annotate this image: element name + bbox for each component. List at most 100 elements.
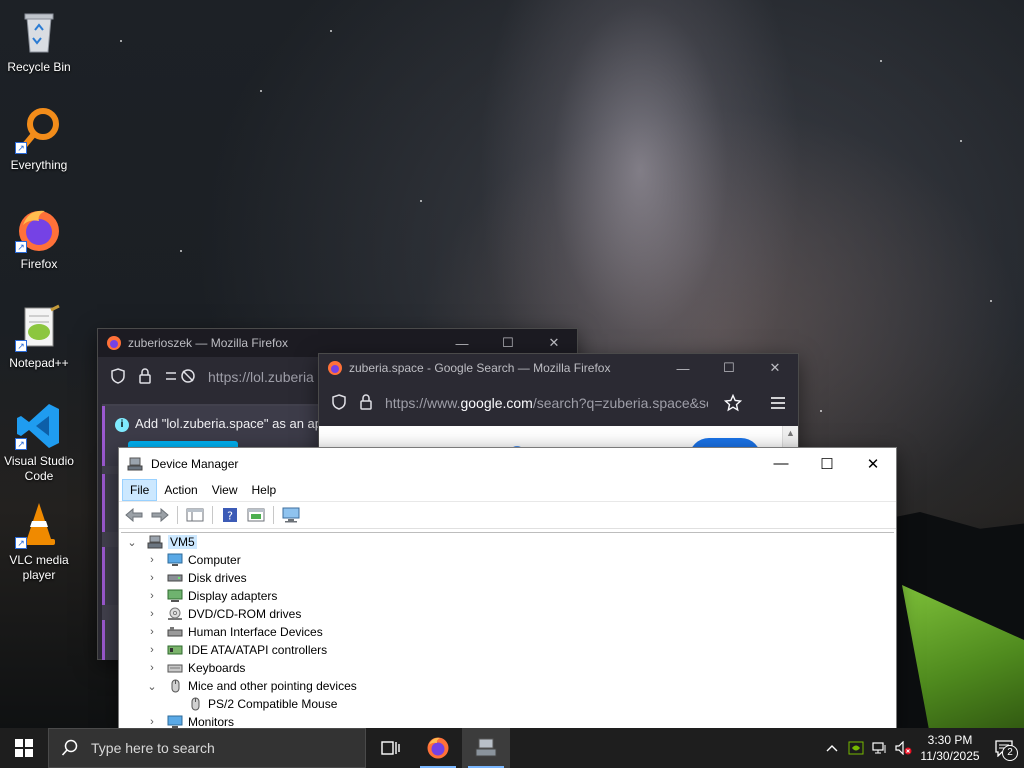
expand-chevron-icon[interactable]: › <box>145 715 159 729</box>
device-manager-window[interactable]: Device Manager — ☐ ✕ File Action View He… <box>118 447 897 732</box>
desktop-icon-label: VLC media player <box>9 553 69 582</box>
close-button[interactable]: ✕ <box>850 448 896 479</box>
action-center-button[interactable]: 2 <box>984 728 1024 768</box>
hamburger-menu-icon[interactable] <box>758 396 798 410</box>
tree-root[interactable]: ⌄ VM5 <box>121 533 894 551</box>
expand-chevron-icon[interactable]: › <box>145 553 159 567</box>
desktop-icon-vlc[interactable]: ↗ VLC media player <box>1 501 77 583</box>
url-text[interactable]: https://lol.zuberia <box>208 369 314 385</box>
lock-icon[interactable] <box>359 393 373 413</box>
menu-action[interactable]: Action <box>157 480 204 500</box>
computer-root-icon <box>147 535 163 549</box>
tree-item-ps2-mouse[interactable]: PS/2 Compatible Mouse <box>121 695 894 713</box>
desktop-icon-firefox[interactable]: ↗ Firefox <box>1 205 77 272</box>
minimize-button[interactable]: — <box>758 448 804 479</box>
back-arrow-icon[interactable] <box>123 504 145 526</box>
forward-arrow-icon[interactable] <box>149 504 171 526</box>
nvidia-icon[interactable] <box>844 728 868 768</box>
collapse-chevron-icon[interactable]: ⌄ <box>125 535 139 549</box>
desktop-icon-label: Visual Studio Code <box>4 454 74 483</box>
taskbar-clock[interactable]: 3:30 PM 11/30/2025 <box>916 732 984 764</box>
vscode-icon: ↗ <box>15 402 63 450</box>
firefox-icon <box>107 336 121 350</box>
expand-chevron-icon[interactable]: › <box>145 589 159 603</box>
network-icon[interactable] <box>868 728 892 768</box>
tree-item-label: Computer <box>188 553 241 567</box>
expand-chevron-icon[interactable]: › <box>145 625 159 639</box>
info-icon: i <box>115 417 129 432</box>
computer-icon <box>167 553 183 566</box>
scan-hardware-changes-icon[interactable] <box>280 504 302 526</box>
notepad-plus-plus-icon: ↗ <box>15 304 63 352</box>
desktop-icon-recycle-bin[interactable]: Recycle Bin <box>1 8 77 75</box>
shield-icon[interactable] <box>331 393 347 413</box>
tree-item-disk-drives[interactable]: › Disk drives <box>121 569 894 587</box>
scroll-up-icon[interactable]: ▲ <box>783 426 798 440</box>
tree-item-label: Display adapters <box>188 589 278 603</box>
taskbar-firefox[interactable] <box>414 728 462 768</box>
bookmark-star-icon[interactable] <box>720 394 746 412</box>
menu-help[interactable]: Help <box>245 480 284 500</box>
toolbar-separator <box>212 506 213 524</box>
desktop-icon-label: Everything <box>10 158 68 172</box>
tree-item-label: Mice and other pointing devices <box>188 679 357 693</box>
show-hide-console-tree-icon[interactable] <box>184 504 206 526</box>
hid-icon <box>167 627 183 637</box>
system-tray: 3:30 PM 11/30/2025 2 <box>820 728 1024 768</box>
tree-item-label: IDE ATA/ATAPI controllers <box>188 643 328 657</box>
volume-muted-icon[interactable] <box>892 728 916 768</box>
taskbar-device-manager[interactable] <box>462 728 510 768</box>
url-path: /search?q=zuberia.space&sei= <box>532 395 708 411</box>
close-button[interactable]: ✕ <box>752 354 798 382</box>
tree-item-ide-ata[interactable]: › IDE ATA/ATAPI controllers <box>121 641 894 659</box>
shield-icon[interactable] <box>110 367 126 387</box>
taskbar: Type here to search 3:30 PM 11/30/2025 2 <box>0 728 1024 768</box>
tree-item-label: Disk drives <box>188 571 247 585</box>
recycle-bin-icon <box>15 8 63 56</box>
minimize-button[interactable]: — <box>660 354 706 382</box>
collapse-chevron-icon[interactable]: ⌄ <box>145 679 159 693</box>
maximize-button[interactable]: ☐ <box>706 354 752 382</box>
task-view-button[interactable] <box>366 728 414 768</box>
lock-icon[interactable] <box>138 367 152 387</box>
tree-item-mice[interactable]: ⌄ Mice and other pointing devices <box>121 677 894 695</box>
tree-item-label: Monitors <box>188 715 235 729</box>
device-tree[interactable]: ⌄ VM5 › Computer › Disk drives › Display… <box>121 532 894 731</box>
desktop-icon-notepad-plus-plus[interactable]: ↗ Notepad++ <box>1 304 77 371</box>
notification-count-badge: 2 <box>1002 745 1018 761</box>
desktop-icon-everything[interactable]: ↗ Everything <box>1 106 77 173</box>
tree-item-dvd-cdrom[interactable]: › DVD/CD-ROM drives <box>121 605 894 623</box>
expand-chevron-icon[interactable]: › <box>145 643 159 657</box>
start-button[interactable] <box>0 728 48 768</box>
window-titlebar[interactable]: zuberia.space - Google Search — Mozilla … <box>319 354 798 382</box>
expand-chevron-icon[interactable]: › <box>145 661 159 675</box>
window-title: Device Manager <box>151 456 239 471</box>
permissions-icon[interactable] <box>164 368 196 387</box>
expand-chevron-icon[interactable]: › <box>145 607 159 621</box>
url-text[interactable]: https://www.google.com/search?q=zuberia.… <box>385 395 708 411</box>
tree-item-display-adapters[interactable]: › Display adapters <box>121 587 894 605</box>
menu-file[interactable]: File <box>122 479 158 501</box>
url-bar[interactable]: https://www.google.com/search?q=zuberia.… <box>319 382 798 424</box>
help-icon[interactable]: ? <box>219 504 241 526</box>
firefox-icon: ↗ <box>15 205 63 253</box>
chevron-up-icon[interactable] <box>820 728 844 768</box>
window-titlebar[interactable]: Device Manager — ☐ ✕ <box>119 448 896 479</box>
clock-time: 3:30 PM <box>927 733 973 747</box>
mouse-icon <box>171 679 180 693</box>
tree-item-keyboards[interactable]: › Keyboards <box>121 659 894 677</box>
tree-item-hid[interactable]: › Human Interface Devices <box>121 623 894 641</box>
vlc-cone-icon: ↗ <box>15 501 63 549</box>
search-placeholder: Type here to search <box>91 740 215 756</box>
desktop-icon-vscode[interactable]: ↗ Visual Studio Code <box>1 402 77 484</box>
menu-bar: File Action View Help <box>119 479 896 501</box>
properties-icon[interactable] <box>245 504 267 526</box>
clock-date: 11/30/2025 <box>920 749 980 763</box>
tree-item-label: Human Interface Devices <box>188 625 323 639</box>
menu-view[interactable]: View <box>205 480 245 500</box>
expand-chevron-icon[interactable]: › <box>145 571 159 585</box>
maximize-button[interactable]: ☐ <box>804 448 850 479</box>
tree-item-label: DVD/CD-ROM drives <box>188 607 302 621</box>
tree-item-computer[interactable]: › Computer <box>121 551 894 569</box>
taskbar-search-box[interactable]: Type here to search <box>48 728 366 768</box>
